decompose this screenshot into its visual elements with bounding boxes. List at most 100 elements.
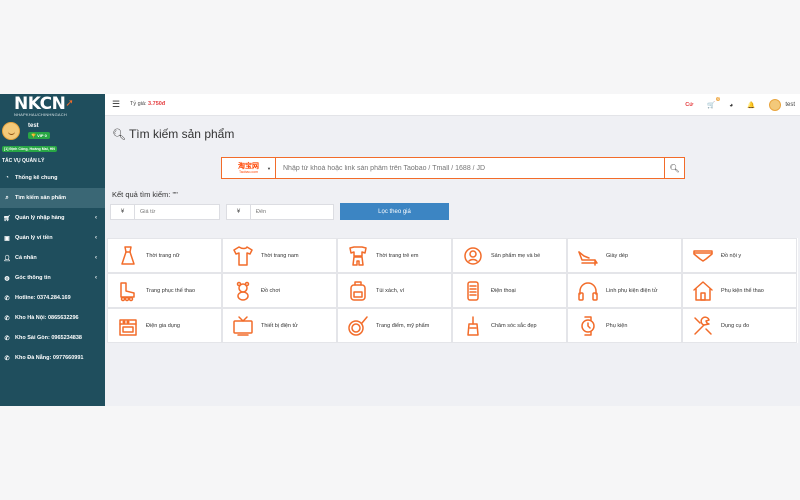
page-title: 🔍︎ Tìm kiếm sản phẩm <box>112 127 234 141</box>
category-item[interactable]: Thời trang nam <box>222 238 337 273</box>
category-label: Đồ chơi <box>261 287 281 294</box>
category-label: Điện gia dụng <box>146 322 180 329</box>
cart-icon[interactable]: 🛒 0 <box>707 97 721 109</box>
sidebar-item[interactable]: 🛒︎ Quản lý nhập hàng ‹ <box>0 208 105 228</box>
category-label: Phụ kiện <box>606 322 628 329</box>
category-item[interactable]: Sản phẩm mẹ và bé <box>452 238 567 273</box>
brand-logo[interactable]: NKCN➚ NHAPKHAUCHINHNGACH <box>0 94 105 120</box>
price-from-input[interactable] <box>135 205 219 219</box>
category-item[interactable]: Thời trang nữ <box>107 238 222 273</box>
heel-shoe-icon <box>576 244 600 268</box>
user-icon: 👤︎ <box>3 255 11 262</box>
category-item[interactable]: Phụ kiện <box>567 308 682 343</box>
logo-arrow-icon: ➚ <box>65 98 74 109</box>
sidebar-item-label: Hotline: 0374.284.169 <box>15 295 71 301</box>
sidebar-item[interactable]: 👤︎ Cá nhân ‹ <box>0 248 105 268</box>
category-item[interactable]: Dụng cụ đo <box>682 308 797 343</box>
headphones-icon <box>576 279 600 303</box>
search-icon: 🔍︎ <box>112 129 126 141</box>
phone-icon: ✆ <box>4 315 10 322</box>
dashboard-icon: ◔ <box>5 175 9 181</box>
exchange-rate-value: 3.750đ <box>148 101 166 107</box>
category-label: Chăm sóc sắc đẹp <box>491 322 537 329</box>
category-item[interactable]: Giày dép <box>567 238 682 273</box>
category-item[interactable]: Đồ chơi <box>222 273 337 308</box>
watch-icon <box>576 314 600 338</box>
baby-icon <box>461 244 485 268</box>
price-from-field: ¥ <box>110 204 220 220</box>
category-label: Túi xách, ví <box>376 287 405 294</box>
phone-icon: ✆ <box>4 335 10 342</box>
source-logo-text: 淘宝网 <box>238 162 259 170</box>
sidebar-item[interactable]: ✆ Kho Đà Nẵng: 0977660991 <box>0 348 105 368</box>
search-icon: ⌕ <box>5 194 9 201</box>
sidebar-item[interactable]: ✆ Kho Sài Gòn: 0965234838 <box>0 328 105 348</box>
chevron-left-icon: ‹ <box>95 235 97 241</box>
phone-icon: ✆ <box>4 355 10 362</box>
filter-by-price-button[interactable]: Lọc theo giá <box>340 203 449 220</box>
sidebar-item-label: Kho Hà Nội: 0865632296 <box>15 315 79 321</box>
kids-clothes-icon <box>346 244 370 268</box>
sidebar-item[interactable]: ◔ Thống kê chung <box>0 168 105 188</box>
address-badge: [1] Định Công, Hoàng Mai, HN <box>2 146 57 152</box>
cart-count-badge: 0 <box>716 97 721 101</box>
category-label: Thời trang nam <box>261 252 299 259</box>
category-label: Thời trang trẻ em <box>376 252 419 259</box>
category-label: Thiết bị điện tử <box>261 322 298 329</box>
exchange-rate: Tỷ giá: 3.750đ <box>130 101 165 107</box>
category-item[interactable]: Thời trang trẻ em <box>337 238 452 273</box>
sidebar-item[interactable]: ✆ Kho Hà Nội: 0865632296 <box>0 308 105 328</box>
price-to-input[interactable] <box>251 205 333 219</box>
category-item[interactable]: Trang điểm, mỹ phẩm <box>337 308 452 343</box>
source-select[interactable]: 淘宝网 Taobao.com ▼ <box>222 158 276 178</box>
sidebar-item-label: Quản lý nhập hàng <box>15 215 65 221</box>
category-grid: Thời trang nữ Thời trang nam Thời trang tr… <box>107 238 798 343</box>
category-item[interactable]: Điện thoại <box>452 273 567 308</box>
phone-icon: ✆ <box>4 295 10 302</box>
sidebar-item[interactable]: ▣ Quản lý ví tiền ‹ <box>0 228 105 248</box>
currency-toggle[interactable]: Cứ <box>685 102 693 108</box>
menu-toggle-icon[interactable]: ☰ <box>112 99 120 110</box>
category-item[interactable]: Chăm sóc sắc đẹp <box>452 308 567 343</box>
chevron-left-icon: ‹ <box>95 255 97 261</box>
category-item[interactable]: Thiết bị điện tử <box>222 308 337 343</box>
sidebar-item[interactable]: ✆ Hotline: 0374.284.169 <box>0 288 105 308</box>
tools-icon <box>691 314 715 338</box>
sidebar-item-label: Kho Đà Nẵng: 0977660991 <box>15 355 84 361</box>
category-label: Sản phẩm mẹ và bé <box>491 252 541 259</box>
topbar: ☰ Tỷ giá: 3.750đ Cứ 🛒 0 ◕ 🔔 test <box>105 94 800 116</box>
exchange-rate-label: Tỷ giá: <box>130 101 147 107</box>
globe-icon: ◍ <box>4 275 10 282</box>
category-item[interactable]: Phụ kiện thể thao <box>682 273 797 308</box>
dress-icon <box>116 244 140 268</box>
logo-subtitle: NHAPKHAUCHINHNGACH <box>14 112 67 117</box>
chevron-left-icon: ‹ <box>95 275 97 281</box>
underwear-icon <box>691 244 715 268</box>
teddy-bear-icon <box>231 279 255 303</box>
category-label: Trang điểm, mỹ phẩm <box>376 322 430 329</box>
avatar[interactable] <box>2 122 20 140</box>
category-item[interactable]: Đồ nội y <box>682 238 797 273</box>
sidebar-item[interactable]: ⌕ Tìm kiếm sản phẩm <box>0 188 105 208</box>
price-to-field: ¥ <box>226 204 334 220</box>
category-item[interactable]: Túi xách, ví <box>337 273 452 308</box>
category-item[interactable]: Trang phục thể thao <box>107 273 222 308</box>
search-button[interactable]: 🔍︎ <box>664 158 684 178</box>
category-item[interactable]: Điện gia dụng <box>107 308 222 343</box>
house-icon <box>691 279 715 303</box>
bell-icon[interactable]: 🔔 <box>747 101 755 109</box>
currency-symbol: ¥ <box>227 205 251 219</box>
search-input[interactable] <box>276 158 664 178</box>
cart-icon: 🛒︎ <box>3 215 11 222</box>
sidebar-item-label: Cá nhân <box>15 255 37 261</box>
vip-badge: 🏆 VIP 0 <box>28 132 50 139</box>
sidebar: NKCN➚ NHAPKHAUCHINHNGACH test 🏆 VIP 0 [1… <box>0 94 105 406</box>
sidebar-item-label: Kho Sài Gòn: 0965234838 <box>15 335 82 341</box>
user-menu[interactable]: test <box>769 99 795 111</box>
sidebar-item[interactable]: ◍ Góc thông tin ‹ <box>0 268 105 288</box>
tv-icon <box>231 314 255 338</box>
globe-icon[interactable]: ◕ <box>729 102 733 109</box>
category-item[interactable]: Linh phụ kiện điện tử <box>567 273 682 308</box>
category-label: Dụng cụ đo <box>721 322 750 329</box>
sidebar-item-label: Thống kê chung <box>15 175 58 181</box>
